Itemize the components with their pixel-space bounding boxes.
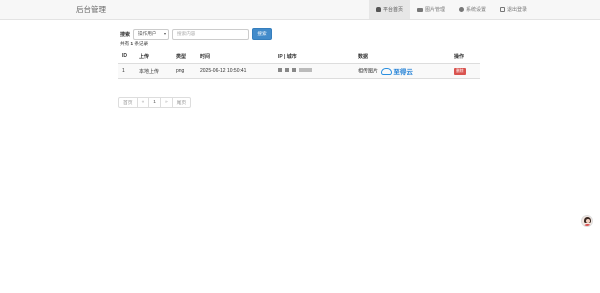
user-icon [375,7,381,12]
cell-type: png [172,63,196,79]
search-field-select[interactable]: 操作用户 [133,28,170,40]
column-header-time: 时间 [196,49,274,64]
pagination: 首页 « 1 » 尾页 [118,97,192,108]
record-count-prefix: 共有 [120,41,130,46]
nav-item-label: 图片管理 [424,7,445,13]
table-header-row: ID 上传 类型 时间 IP | 城市 数据 操作 [118,49,480,64]
column-header-data: 数据 [354,49,450,64]
nav-item-label: 平台首页 [382,7,403,13]
record-count: 共有 1 条记录 [120,41,148,47]
picture-icon [416,7,423,12]
column-header-id: ID [118,49,135,64]
search-label: 搜索 [120,31,131,38]
column-header-action: 操作 [450,49,480,64]
floating-assistant-avatar[interactable] [581,215,593,227]
cloud-icon [381,67,393,75]
masked-ip [278,68,312,72]
column-header-ip-city: IP | 城市 [274,49,354,64]
gear-icon [458,7,464,12]
search-bar: 搜索 操作用户 搜索内容 搜索 [120,28,273,40]
page-next-button[interactable]: » [159,97,173,108]
chevron-down-icon [164,33,167,35]
page-first-button[interactable]: 首页 [118,97,138,108]
search-button[interactable]: 搜索 [252,28,273,40]
column-header-upload: 上传 [135,49,172,64]
brand-title[interactable]: 后台管理 [76,4,106,15]
cell-id: 1 [118,63,135,79]
select-value: 操作用户 [138,31,157,36]
nav-item-logout[interactable]: 退出登录 [493,0,534,19]
cell-upload: 本地上传 [135,63,172,79]
logout-icon [499,7,505,12]
top-navbar: 后台管理 平台首页 图片管理 系统设置 退出登录 [0,0,600,20]
nav-item-label: 退出登录 [506,7,527,13]
nav-menu: 平台首页 图片管理 系统设置 退出登录 [368,0,534,19]
nav-item-images[interactable]: 图片管理 [410,0,452,19]
record-count-suffix: 条记录 [134,41,149,46]
table-row: 1 本地上传 png 2025-06-12 10:50:41 相传图片 至得云 … [118,63,480,79]
image-preview-link[interactable]: 至得云 [381,66,413,76]
logo-text: 至得云 [393,69,413,76]
records-table: ID 上传 类型 时间 IP | 城市 数据 操作 1 本地上传 png 202… [118,49,480,79]
cell-action: 删除 [450,63,480,79]
cell-time: 2025-06-12 10:50:41 [196,63,274,79]
search-input[interactable]: 搜索内容 [172,28,250,40]
data-label: 相传图片 [358,68,379,75]
nav-item-settings[interactable]: 系统设置 [452,0,493,19]
column-header-type: 类型 [172,49,196,64]
cell-ip-city [274,63,354,79]
record-count-value: 1 [130,41,134,46]
cell-data: 相传图片 至得云 [354,63,450,79]
page-last-button[interactable]: 尾页 [171,97,192,108]
nav-item-label: 系统设置 [465,7,486,13]
nav-item-home[interactable]: 平台首页 [368,0,410,19]
delete-button[interactable]: 删除 [454,67,466,75]
search-input-placeholder: 搜索内容 [177,31,196,36]
